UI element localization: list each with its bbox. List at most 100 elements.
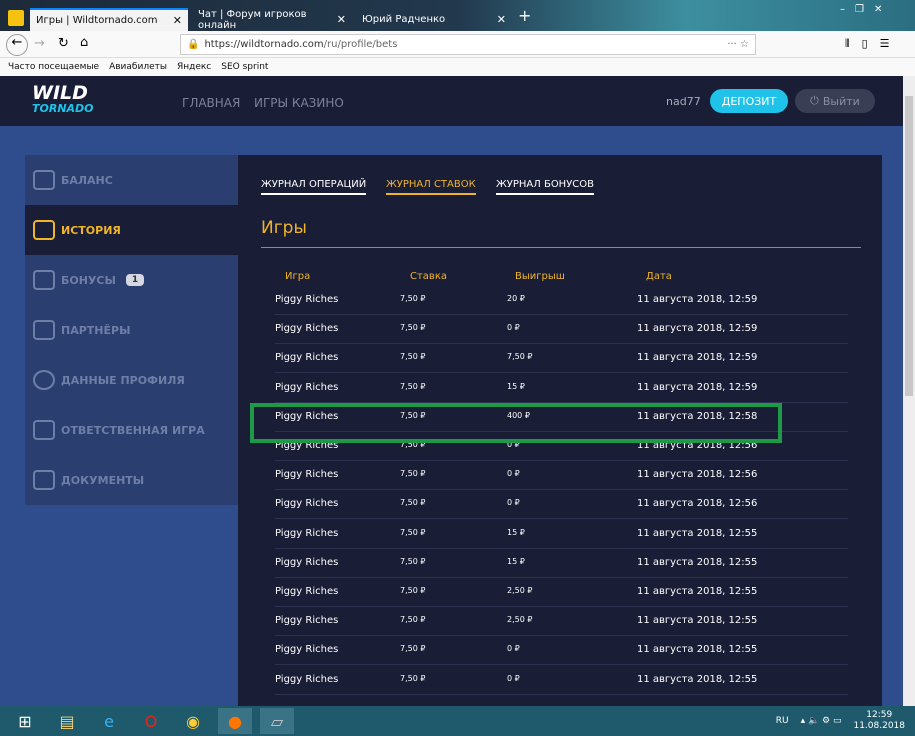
gift-icon	[33, 270, 55, 290]
divider	[261, 247, 861, 248]
home-icon[interactable]: ⌂	[80, 35, 88, 50]
sidebar-item-profile[interactable]: ДАННЫЕ ПРОФИЛЯ	[25, 355, 238, 405]
game-name: Piggy Riches	[275, 498, 339, 510]
chrome-icon[interactable]: ◉	[176, 708, 210, 734]
language-indicator[interactable]: RU	[776, 716, 789, 726]
currency-symbol: ₽	[420, 352, 426, 362]
tab-title: Юрий Радченко	[362, 14, 446, 25]
bet-amount: 7,50 ₽	[400, 382, 425, 391]
currency-symbol: ₽	[519, 527, 525, 537]
reload-icon[interactable]: ↻	[58, 36, 69, 51]
sidebar-label: ОТВЕТСТВЕННАЯ ИГРА	[61, 423, 205, 437]
game-name: Piggy Riches	[275, 469, 339, 481]
bet-amount: 7,50 ₽	[400, 323, 425, 332]
sidebar-item-documents[interactable]: ДОКУМЕНТЫ	[25, 455, 238, 505]
sidebar-label: ДАННЫЕ ПРОФИЛЯ	[61, 373, 185, 387]
close-tab-icon[interactable]: ✕	[337, 13, 346, 26]
lock-icon: 🔒	[187, 39, 200, 50]
url-bar[interactable]: 🔒 https://wildtornado.com/ru/profile/bets…	[180, 34, 756, 55]
tab-bets-journal[interactable]: ЖУРНАЛ СТАВОК	[386, 179, 476, 195]
wallet-icon	[33, 420, 55, 440]
amount-value: 7,50	[400, 673, 418, 683]
tab-operations-journal[interactable]: ЖУРНАЛ ОПЕРАЦИЙ	[261, 179, 367, 195]
bet-date: 11 августа 2018, 12:56	[637, 469, 758, 481]
megaphone-icon	[33, 320, 55, 340]
amount-value: 15	[507, 556, 518, 566]
col-win: Выигрыш	[515, 271, 565, 282]
close-tab-icon[interactable]: ✕	[497, 13, 506, 26]
clock[interactable]: 12:59 11.08.2018	[853, 710, 905, 732]
scrollbar[interactable]	[903, 76, 915, 706]
bet-date: 11 августа 2018, 12:59	[637, 294, 758, 305]
wallet-icon	[33, 170, 55, 190]
win-amount: 0 ₽	[507, 469, 520, 478]
bet-date: 11 августа 2018, 12:59	[637, 381, 758, 393]
nav-home[interactable]: ГЛАВНАЯ	[182, 96, 240, 110]
tab-wildtornado[interactable]: Игры | Wildtornado.com ✕	[30, 8, 188, 31]
app-icon[interactable]: ▱	[260, 708, 294, 734]
toolbar-icons[interactable]: ⫴▯☰	[845, 37, 902, 51]
sidebar-label: БАЛАНС	[61, 173, 113, 187]
win-amount: 15 ₽	[507, 528, 525, 537]
sidebar-item-responsible-gaming[interactable]: ОТВЕТСТВЕННАЯ ИГРА	[25, 405, 238, 455]
nav-casino-games[interactable]: ИГРЫ КАЗИНО	[254, 96, 344, 110]
ie-icon[interactable]: e	[92, 708, 126, 734]
col-date: Дата	[646, 271, 672, 282]
tray-icons[interactable]: ▴ 🔈 ⚙ ▭	[801, 716, 842, 726]
web-page: WILD TORNADO ГЛАВНАЯ ИГРЫ КАЗИНО nad77 Д…	[0, 76, 903, 706]
page-actions-icon[interactable]: ··· ☆	[727, 39, 749, 50]
tab-chat[interactable]: Чат | Форум игроков онлайн ✕	[192, 8, 352, 31]
sidebar-item-history[interactable]: ИСТОРИЯ	[25, 205, 238, 255]
opera-icon[interactable]: O	[134, 708, 168, 734]
currency-symbol: ₽	[527, 586, 533, 595]
table-row: Piggy Riches 7,50 ₽2,50 ₽11 августа 2018,…	[275, 578, 848, 607]
table-row: Piggy Riches 7,50 ₽0 ₽11 августа 2018, 12…	[275, 636, 848, 666]
firefox-icon[interactable]: ●	[218, 708, 252, 734]
logout-button[interactable]: ⏻ Выйти	[795, 89, 875, 113]
new-tab-icon[interactable]: +	[518, 6, 531, 25]
window-controls[interactable]: –❐✕	[840, 4, 892, 15]
tab-vk[interactable]: Юрий Радченко ✕	[356, 8, 512, 31]
user-icon	[33, 370, 55, 390]
amount-value: 7,50	[400, 586, 418, 595]
amount-value: 15	[507, 527, 518, 537]
tab-bonus-journal[interactable]: ЖУРНАЛ БОНУСОВ	[496, 179, 595, 195]
sidebar-item-bonuses[interactable]: БОНУСЫ 1	[25, 255, 238, 305]
bet-date: 11 августа 2018, 12:55	[637, 556, 758, 568]
currency-symbol: ₽	[420, 294, 426, 303]
table-row: Piggy Riches 7,50 ₽20 ₽11 августа 2018, 1…	[275, 286, 848, 315]
bookmark-seo-sprint[interactable]: SEO sprint	[221, 62, 268, 72]
amount-value: 7,50	[400, 469, 418, 479]
bookmark-aviabilety[interactable]: Авиабилеты	[109, 62, 167, 72]
back-icon[interactable]: ←	[6, 34, 28, 56]
bet-amount: 7,50 ₽	[400, 528, 425, 537]
taskbar: ⊞ ▤ e O ◉ ● ▱ RU ▴ 🔈 ⚙ ▭ 12:59 11.08.2018	[0, 706, 915, 736]
username[interactable]: nad77	[666, 95, 701, 108]
game-name: Piggy Riches	[275, 381, 339, 393]
amount-value: 7,50	[400, 615, 418, 625]
bet-amount: 7,50 ₽	[400, 352, 425, 361]
browser-navbar: ← → ↻ ⌂ 🔒 https://wildtornado.com/ru/prof…	[0, 31, 915, 58]
bet-date: 11 августа 2018, 12:55	[637, 586, 758, 597]
game-name: Piggy Riches	[275, 586, 339, 597]
explorer-icon[interactable]: ▤	[50, 708, 84, 734]
sidebar-item-partners[interactable]: ПАРТНЁРЫ	[25, 305, 238, 355]
deposit-button[interactable]: ДЕПОЗИТ	[710, 89, 788, 113]
currency-symbol: ₽	[420, 673, 426, 683]
win-amount: 0 ₽	[507, 674, 520, 683]
bookmark-yandex[interactable]: Яндекс	[177, 62, 211, 72]
close-tab-icon[interactable]: ✕	[173, 14, 182, 27]
win-amount: 0 ₽	[507, 498, 520, 507]
start-button[interactable]: ⊞	[8, 708, 42, 734]
bookmark-frequent[interactable]: Часто посещаемые	[8, 62, 99, 72]
bet-amount: 7,50 ₽	[400, 294, 425, 303]
forward-icon[interactable]: →	[34, 36, 45, 51]
currency-symbol: ₽	[420, 527, 426, 537]
amount-value: 0	[507, 469, 513, 479]
sidebar-item-balance[interactable]: БАЛАНС	[25, 155, 238, 205]
currency-symbol: ₽	[527, 615, 533, 625]
currency-symbol: ₽	[514, 673, 520, 683]
win-amount: 0 ₽	[507, 644, 520, 653]
currency-symbol: ₽	[514, 323, 520, 333]
logo[interactable]: WILD TORNADO	[32, 84, 94, 115]
